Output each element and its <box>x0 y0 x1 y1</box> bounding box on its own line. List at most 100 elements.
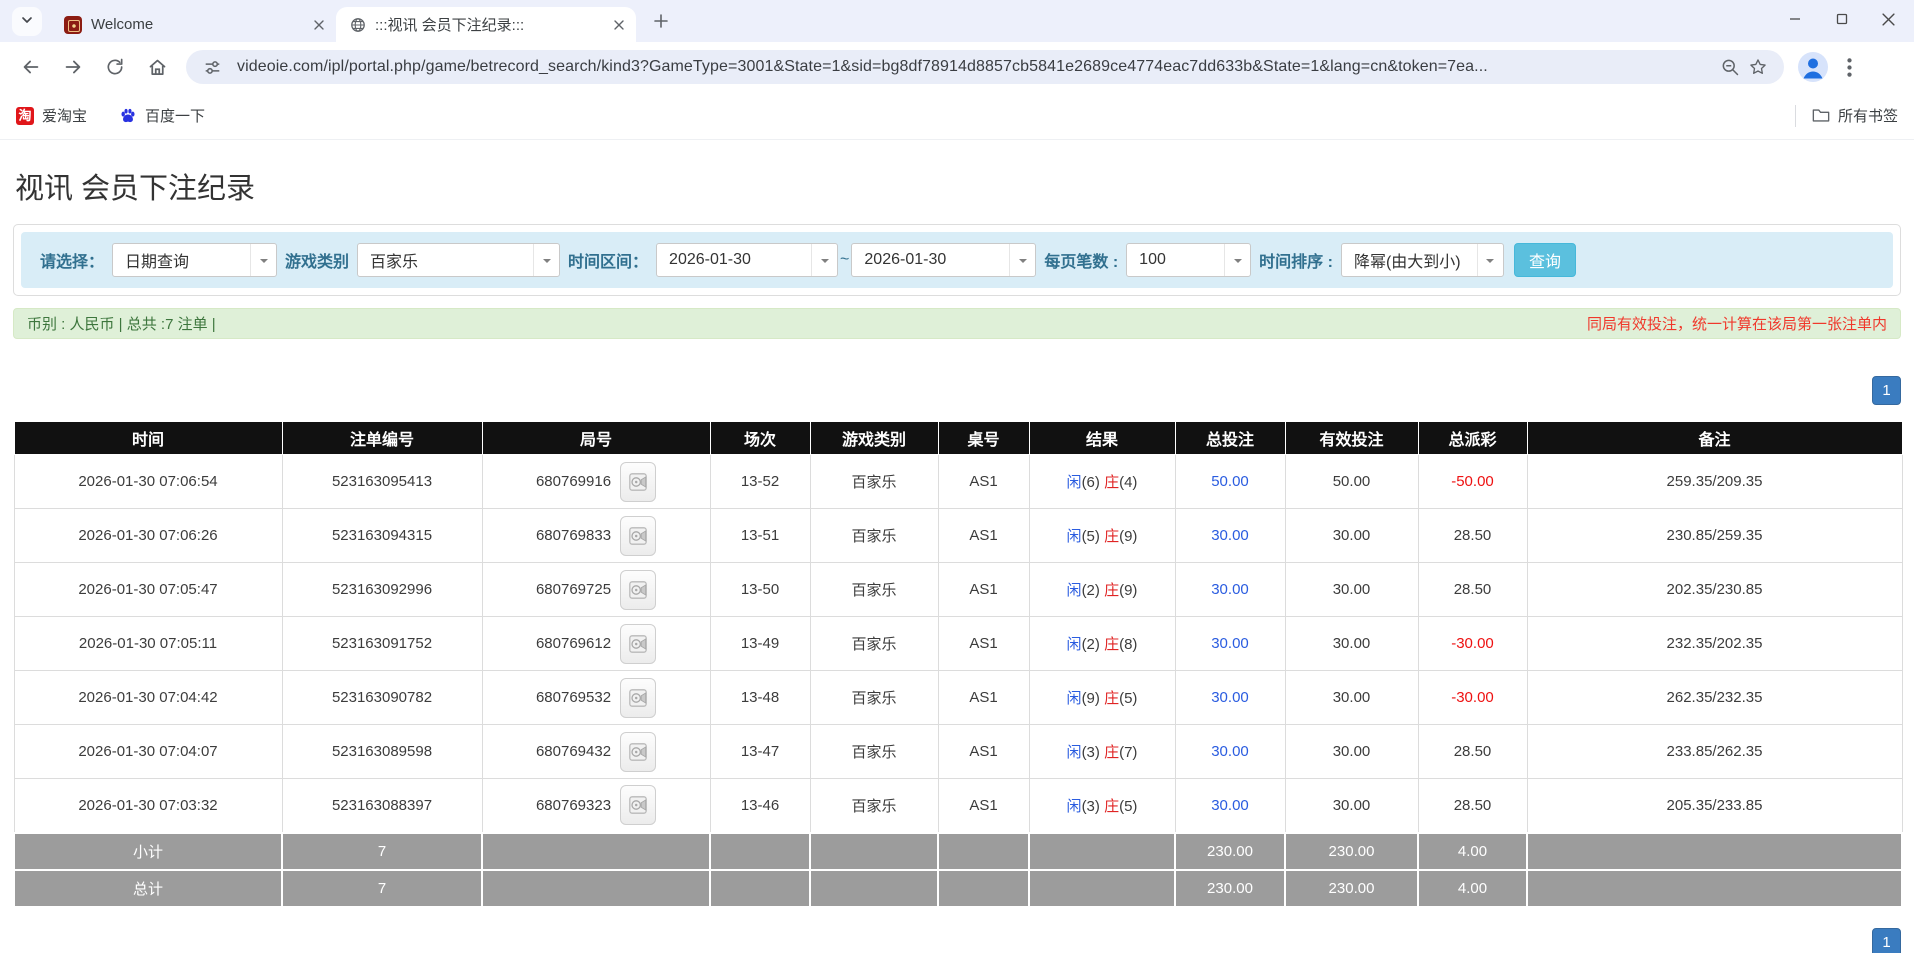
welcome-favicon-icon <box>64 16 82 34</box>
column-header: 结果 <box>1029 422 1175 455</box>
cell-total-bet: 30.00 <box>1175 725 1285 779</box>
tab-close-button[interactable] <box>309 15 328 34</box>
sort-select[interactable]: 降幂(由大到小) <box>1341 243 1504 277</box>
tab-title: :::视讯 会员下注纪录::: <box>375 14 601 35</box>
total-bet-link[interactable]: 30.00 <box>1211 527 1249 544</box>
page-content: 视讯 会员下注纪录 请选择： 日期查询 游戏类别 百家乐 时间区间： 2026-… <box>0 165 1914 953</box>
cell-note: 230.85/259.35 <box>1527 509 1902 563</box>
globe-icon <box>350 17 366 33</box>
chevron-down-icon[interactable] <box>811 244 837 276</box>
cell-round-id: 680769916 <box>482 455 710 509</box>
tab-welcome[interactable]: Welcome <box>50 7 336 42</box>
tab-strip: Welcome :::视讯 会员下注纪录::: <box>0 0 1914 42</box>
bookmark-baidu[interactable]: 百度一下 <box>119 105 205 126</box>
bookmark-label: 爱淘宝 <box>42 105 87 126</box>
cell-valid-bet: 30.00 <box>1285 509 1418 563</box>
site-info-icon[interactable] <box>198 53 226 81</box>
reload-button[interactable] <box>96 48 134 86</box>
player-result: 闲 <box>1067 798 1082 815</box>
address-bar[interactable]: videoie.com/ipl/portal.php/game/betrecor… <box>186 50 1784 84</box>
total-bet-link[interactable]: 30.00 <box>1211 635 1249 652</box>
bookmark-star-icon[interactable] <box>1744 53 1772 81</box>
bet-record-row: 2026-01-30 07:04:42523163090782680769532… <box>14 671 1902 725</box>
close-window-button[interactable] <box>1865 0 1912 38</box>
total-bet-link[interactable]: 50.00 <box>1211 473 1249 490</box>
video-replay-button[interactable] <box>620 732 656 772</box>
page-button-1[interactable]: 1 <box>1872 376 1901 405</box>
total-bet-link[interactable]: 30.00 <box>1211 797 1249 814</box>
video-replay-button[interactable] <box>620 624 656 664</box>
banker-result: 庄 <box>1104 798 1119 815</box>
column-header: 备注 <box>1527 422 1902 455</box>
footer-cell-1: 7 <box>282 833 482 870</box>
round-number: 680769532 <box>536 689 611 706</box>
back-arrow-icon <box>20 56 42 78</box>
page-button-1[interactable]: 1 <box>1872 928 1901 953</box>
cell-game-type: 百家乐 <box>810 671 938 725</box>
total-bet-link[interactable]: 30.00 <box>1211 689 1249 706</box>
bet-record-row: 2026-01-30 07:05:11523163091752680769612… <box>14 617 1902 671</box>
video-replay-button[interactable] <box>620 678 656 718</box>
video-replay-button[interactable] <box>620 462 656 502</box>
home-button[interactable] <box>138 48 176 86</box>
cell-payout: -50.00 <box>1418 455 1527 509</box>
chevron-down-icon[interactable] <box>533 244 559 276</box>
chevron-down-icon[interactable] <box>1477 244 1503 276</box>
new-tab-button[interactable] <box>646 6 676 36</box>
cell-time: 2026-01-30 07:04:42 <box>14 671 282 725</box>
footer-cell-5 <box>938 870 1029 907</box>
url-text[interactable]: videoie.com/ipl/portal.php/game/betrecor… <box>237 58 1716 76</box>
column-header: 总派彩 <box>1418 422 1527 455</box>
search-button[interactable]: 查询 <box>1514 243 1576 277</box>
window-controls <box>1771 0 1912 38</box>
forward-button[interactable] <box>54 48 92 86</box>
game-type-label: 游戏类别 <box>285 248 349 272</box>
browser-menu-button[interactable] <box>1836 50 1862 84</box>
bookmark-taobao[interactable]: 淘 爱淘宝 <box>16 105 87 126</box>
cell-game-type: 百家乐 <box>810 563 938 617</box>
zoom-icon[interactable] <box>1716 53 1744 81</box>
date-from-select[interactable]: 2026-01-30 <box>656 243 838 277</box>
film-icon <box>628 525 648 547</box>
home-icon <box>147 57 168 78</box>
page-size-select[interactable]: 100 <box>1126 243 1251 277</box>
video-replay-button[interactable] <box>620 785 656 825</box>
minimize-button[interactable] <box>1771 0 1818 38</box>
total-bet-link[interactable]: 30.00 <box>1211 743 1249 760</box>
back-button[interactable] <box>12 48 50 86</box>
tab-close-button[interactable] <box>609 15 628 34</box>
video-replay-button[interactable] <box>620 516 656 556</box>
total-bet-link[interactable]: 30.00 <box>1211 581 1249 598</box>
cell-session: 13-46 <box>710 779 810 833</box>
footer-cell-10 <box>1527 870 1902 907</box>
cell-table-no: AS1 <box>938 617 1029 671</box>
chevron-down-icon[interactable] <box>250 244 276 276</box>
query-type-select[interactable]: 日期查询 <box>112 243 277 277</box>
footer-cell-4 <box>810 833 938 870</box>
cell-note: 262.35/232.35 <box>1527 671 1902 725</box>
bet-record-row: 2026-01-30 07:06:54523163095413680769916… <box>14 455 1902 509</box>
profile-avatar[interactable] <box>1798 52 1828 82</box>
cell-game-type: 百家乐 <box>810 455 938 509</box>
footer-cell-9: 4.00 <box>1418 870 1527 907</box>
chevron-down-icon[interactable] <box>1009 244 1035 276</box>
taobao-icon: 淘 <box>16 107 34 125</box>
date-to-select[interactable]: 2026-01-30 <box>851 243 1036 277</box>
footer-cell-3 <box>710 833 810 870</box>
all-bookmarks-button[interactable]: 所有书签 <box>1795 105 1898 127</box>
video-replay-button[interactable] <box>620 570 656 610</box>
tab-search-button[interactable] <box>12 7 42 36</box>
maximize-button[interactable] <box>1818 0 1865 38</box>
tab-bet-record[interactable]: :::视讯 会员下注纪录::: <box>336 7 636 42</box>
cell-bet-id: 523163094315 <box>282 509 482 563</box>
cell-valid-bet: 30.00 <box>1285 563 1418 617</box>
cell-note: 259.35/209.35 <box>1527 455 1902 509</box>
cell-session: 13-49 <box>710 617 810 671</box>
chevron-down-icon[interactable] <box>1224 244 1250 276</box>
cell-valid-bet: 30.00 <box>1285 779 1418 833</box>
cell-valid-bet: 30.00 <box>1285 617 1418 671</box>
column-header: 场次 <box>710 422 810 455</box>
game-type-select[interactable]: 百家乐 <box>357 243 560 277</box>
cell-bet-id: 523163092996 <box>282 563 482 617</box>
cell-round-id: 680769725 <box>482 563 710 617</box>
